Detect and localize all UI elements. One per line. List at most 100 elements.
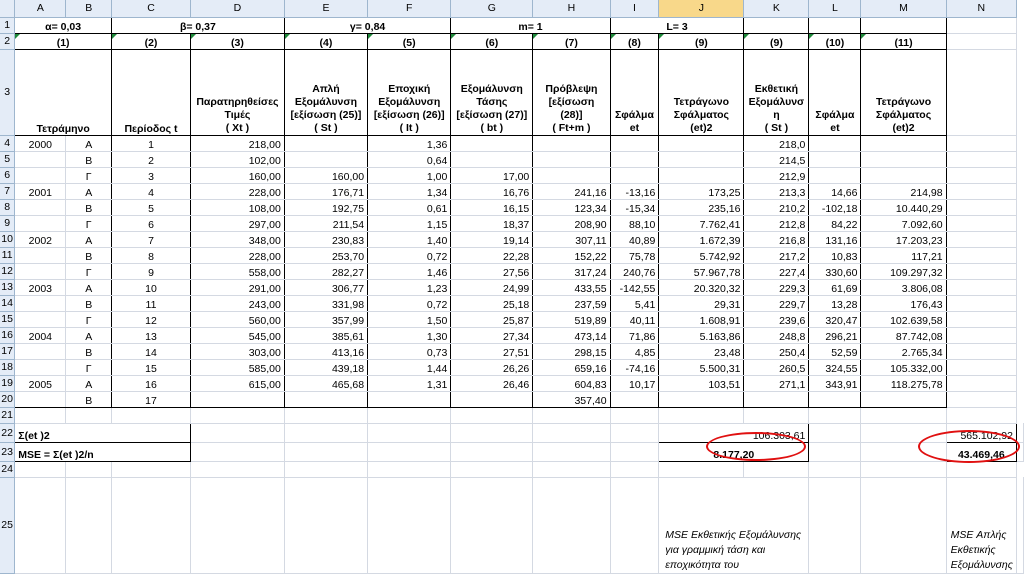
value-cell-m[interactable]: 214,98 bbox=[860, 183, 947, 200]
column-number-cell[interactable]: (8) bbox=[609, 32, 660, 50]
value-cell-f[interactable]: 473,14 bbox=[532, 327, 611, 344]
value-cell-s[interactable]: 306,77 bbox=[284, 279, 369, 296]
column-header-d[interactable]: D bbox=[190, 0, 285, 18]
value-cell-s[interactable] bbox=[284, 151, 369, 168]
value-cell-x[interactable]: 585,00 bbox=[190, 359, 285, 376]
observed-values-header[interactable]: Παρατηρηθείσες Τιμές( Xt ) bbox=[190, 48, 285, 136]
value-cell-f[interactable]: 241,16 bbox=[532, 183, 611, 200]
period-cell[interactable]: 11 bbox=[111, 295, 192, 312]
value-cell-e[interactable] bbox=[610, 151, 660, 168]
value-cell-e2[interactable] bbox=[658, 391, 745, 408]
cell[interactable] bbox=[610, 407, 660, 424]
cell[interactable] bbox=[190, 442, 285, 462]
value-cell-m[interactable] bbox=[860, 391, 947, 408]
value-cell-b[interactable]: 22,28 bbox=[450, 247, 534, 264]
year-cell[interactable] bbox=[14, 391, 67, 408]
value-cell-k[interactable]: 212,9 bbox=[743, 167, 810, 184]
value-cell-l[interactable]: 330,60 bbox=[808, 263, 862, 280]
value-cell-b[interactable]: 25,87 bbox=[450, 311, 534, 328]
value-cell-e2[interactable] bbox=[658, 135, 745, 152]
value-cell-s[interactable]: 230,83 bbox=[284, 231, 369, 248]
value-cell-x[interactable]: 558,00 bbox=[190, 263, 285, 280]
value-cell-b[interactable]: 27,56 bbox=[450, 263, 534, 280]
period-cell[interactable]: 14 bbox=[111, 343, 192, 360]
quarter-cell[interactable]: Γ bbox=[65, 263, 112, 280]
value-cell-s[interactable]: 331,98 bbox=[284, 295, 369, 312]
value-cell-l[interactable] bbox=[808, 151, 862, 168]
value-cell-f[interactable]: 604,83 bbox=[532, 375, 611, 392]
period-cell[interactable]: 3 bbox=[111, 167, 192, 184]
cell[interactable] bbox=[190, 461, 285, 478]
value-cell-i[interactable]: 0,73 bbox=[367, 343, 452, 360]
cell[interactable] bbox=[860, 461, 947, 478]
period-cell[interactable]: 1 bbox=[111, 135, 192, 152]
quarter-cell[interactable]: Γ bbox=[65, 215, 112, 232]
cell[interactable] bbox=[946, 17, 1018, 34]
column-header-g[interactable]: G bbox=[450, 0, 534, 18]
year-cell[interactable]: 2005 bbox=[14, 375, 67, 392]
value-cell-l[interactable]: 14,66 bbox=[808, 183, 862, 200]
l-cell[interactable]: L= 3 bbox=[609, 16, 745, 34]
row-header[interactable]: 16 bbox=[0, 327, 16, 344]
value-cell-m[interactable]: 102.639,58 bbox=[860, 311, 947, 328]
quarter-cell[interactable]: Α bbox=[65, 375, 112, 392]
row-header[interactable]: 4 bbox=[0, 135, 16, 152]
value-cell-i[interactable]: 1,30 bbox=[367, 327, 452, 344]
cell[interactable] bbox=[946, 231, 1018, 248]
cell[interactable] bbox=[367, 423, 452, 443]
column-header-h[interactable]: H bbox=[532, 0, 611, 18]
column-header-e[interactable]: E bbox=[284, 0, 369, 18]
sum-squared-error-label[interactable]: Σ(et )2 bbox=[14, 422, 192, 443]
value-cell-l[interactable]: 10,83 bbox=[808, 247, 862, 264]
value-cell-m[interactable]: 3.806,08 bbox=[860, 279, 947, 296]
cell[interactable] bbox=[860, 423, 947, 443]
beta-cell[interactable]: β= 0,37 bbox=[111, 16, 285, 34]
squared-error-header[interactable]: Τετράγωνο Σφάλματος (et)2 bbox=[860, 48, 947, 136]
quarter-cell[interactable]: Γ bbox=[65, 359, 112, 376]
period-cell[interactable]: 17 bbox=[111, 391, 192, 408]
trend-smoothing-header[interactable]: Εξομάλυνση Τάσης [εξίσωση (27)]( bt ) bbox=[450, 48, 534, 136]
cell[interactable] bbox=[367, 477, 452, 574]
cell[interactable] bbox=[65, 461, 112, 478]
value-cell-m[interactable] bbox=[860, 151, 947, 168]
cell[interactable] bbox=[946, 461, 1018, 478]
value-cell-f[interactable]: 317,24 bbox=[532, 263, 611, 280]
value-cell-k[interactable]: 239,6 bbox=[743, 311, 810, 328]
cell[interactable] bbox=[743, 16, 810, 34]
year-cell[interactable] bbox=[14, 199, 67, 216]
value-cell-f[interactable]: 357,40 bbox=[532, 391, 611, 408]
cell[interactable] bbox=[450, 423, 534, 443]
value-cell-x[interactable]: 243,00 bbox=[190, 295, 285, 312]
row-header[interactable]: 20 bbox=[0, 391, 16, 408]
value-cell-l[interactable]: 320,47 bbox=[808, 311, 862, 328]
value-cell-m[interactable]: 105.332,00 bbox=[860, 359, 947, 376]
cell[interactable] bbox=[946, 279, 1018, 296]
column-number-cell[interactable]: (1) bbox=[14, 32, 112, 50]
value-cell-e[interactable]: 40,89 bbox=[610, 231, 660, 248]
value-cell-l[interactable] bbox=[808, 391, 862, 408]
cell[interactable] bbox=[808, 461, 862, 478]
year-cell[interactable] bbox=[14, 263, 67, 280]
cell[interactable] bbox=[284, 461, 369, 478]
cell[interactable] bbox=[111, 461, 192, 478]
quarter-cell[interactable]: Γ bbox=[65, 311, 112, 328]
value-cell-m[interactable]: 118.275,78 bbox=[860, 375, 947, 392]
value-cell-x[interactable]: 228,00 bbox=[190, 247, 285, 264]
row-header[interactable]: 23 bbox=[0, 442, 16, 462]
cell[interactable] bbox=[14, 407, 67, 424]
value-cell-b[interactable]: 16,76 bbox=[450, 183, 534, 200]
value-cell-i[interactable]: 0,72 bbox=[367, 295, 452, 312]
cell[interactable] bbox=[808, 407, 862, 424]
quarter-cell[interactable]: Β bbox=[65, 151, 112, 168]
row-header[interactable]: 25 bbox=[0, 477, 16, 574]
value-cell-i[interactable]: 0,61 bbox=[367, 199, 452, 216]
cell[interactable] bbox=[946, 183, 1018, 200]
row-header[interactable]: 19 bbox=[0, 375, 16, 392]
value-cell-m[interactable]: 109.297,32 bbox=[860, 263, 947, 280]
cell[interactable] bbox=[610, 477, 660, 574]
exponential-smoothing-header[interactable]: Εκθετική Εξομάλυνσ η( St ) bbox=[743, 48, 810, 136]
value-cell-i[interactable]: 1,50 bbox=[367, 311, 452, 328]
cell[interactable] bbox=[532, 423, 611, 443]
quarter-cell[interactable]: Α bbox=[65, 231, 112, 248]
row-header[interactable]: 9 bbox=[0, 215, 16, 232]
